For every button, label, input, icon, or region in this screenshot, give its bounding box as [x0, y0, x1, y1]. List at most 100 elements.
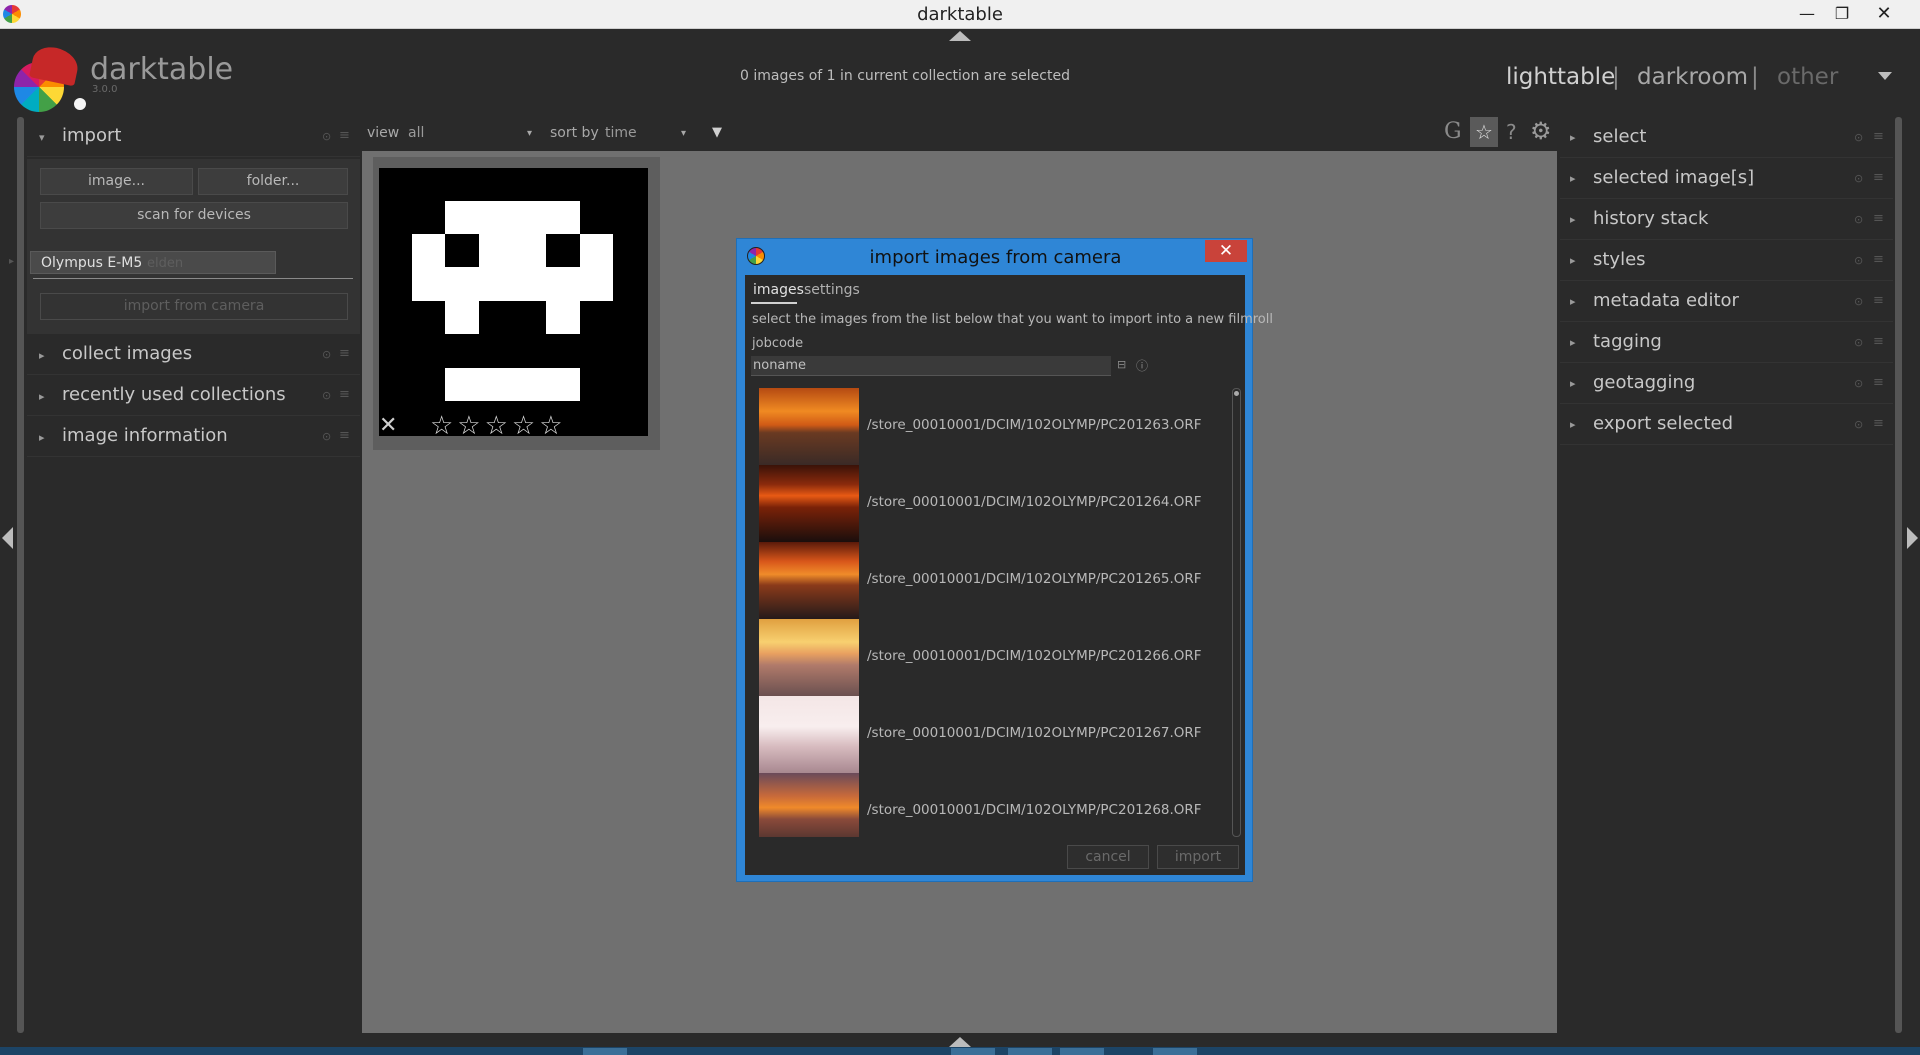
- reset-icon[interactable]: ⊙: [1854, 418, 1863, 431]
- sort-by-select[interactable]: time: [605, 125, 637, 141]
- presets-icon[interactable]: ≡: [339, 387, 350, 402]
- minimize-button[interactable]: —: [1787, 0, 1827, 29]
- taskbar-app[interactable]: [1008, 1048, 1052, 1055]
- module-recently-used-collections[interactable]: ▸ recently used collections ⊙ ≡: [27, 376, 360, 416]
- view-dropdown-icon[interactable]: ▾: [527, 128, 532, 139]
- reset-icon[interactable]: ⊙: [1854, 254, 1863, 267]
- left-panel-scrollbar[interactable]: [17, 117, 24, 1033]
- view-other[interactable]: other: [1777, 64, 1838, 90]
- gear-icon[interactable]: ⚙: [1530, 117, 1552, 145]
- view-lighttable[interactable]: lighttable: [1506, 64, 1615, 90]
- module-metadata-editor[interactable]: ▸ metadata editor ⊙ ≡: [1560, 281, 1893, 322]
- taskbar-app[interactable]: [583, 1048, 627, 1055]
- tab-settings[interactable]: settings: [804, 282, 860, 298]
- presets-icon[interactable]: ≡: [1873, 170, 1884, 185]
- module-select[interactable]: ▸ select ⊙ ≡: [1560, 117, 1893, 158]
- presets-icon[interactable]: ≡: [339, 128, 350, 143]
- import-from-camera-button[interactable]: import from camera: [40, 293, 348, 320]
- image-thumbnail-cell[interactable]: ✕ ☆☆☆☆☆: [373, 157, 660, 450]
- presets-icon[interactable]: ≡: [1873, 129, 1884, 144]
- scan-for-devices-button[interactable]: scan for devices: [40, 202, 348, 229]
- presets-icon[interactable]: ≡: [1873, 416, 1884, 431]
- presets-icon[interactable]: ≡: [1873, 293, 1884, 308]
- pixel: [445, 201, 580, 234]
- module-tagging[interactable]: ▸ tagging ⊙ ≡: [1560, 322, 1893, 363]
- presets-icon[interactable]: ≡: [1873, 375, 1884, 390]
- help-icon[interactable]: ?: [1506, 120, 1517, 144]
- image-thumbnail: [759, 542, 859, 619]
- reset-icon[interactable]: ⊙: [1854, 336, 1863, 349]
- view-filter-select[interactable]: all: [408, 125, 424, 141]
- reset-icon[interactable]: ⊙: [1854, 131, 1863, 144]
- module-geotagging[interactable]: ▸ geotagging ⊙ ≡: [1560, 363, 1893, 404]
- module-collect-images[interactable]: ▸ collect images ⊙ ≡: [27, 335, 360, 375]
- reset-icon[interactable]: ⊙: [1854, 295, 1863, 308]
- reset-icon[interactable]: ⊙: [322, 430, 331, 443]
- maximize-button[interactable]: ❐: [1822, 0, 1862, 29]
- pixel: [412, 234, 445, 267]
- reset-icon[interactable]: ⊙: [322, 348, 331, 361]
- reset-icon[interactable]: ⊙: [1854, 213, 1863, 226]
- collapsed-arrow-icon: ▸: [39, 431, 45, 444]
- cancel-button[interactable]: cancel: [1067, 845, 1149, 869]
- module-history-stack[interactable]: ▸ history stack ⊙ ≡: [1560, 199, 1893, 240]
- jobcode-input[interactable]: [751, 356, 1111, 376]
- right-panel: ▸ select ⊙ ≡ ▸ selected image[s] ⊙ ≡ ▸ h…: [1560, 117, 1893, 1033]
- import-image-button[interactable]: image...: [40, 168, 193, 195]
- import-folder-button[interactable]: folder...: [198, 168, 348, 195]
- list-scrollbar[interactable]: [1232, 388, 1241, 837]
- sort-direction-icon[interactable]: ▼: [712, 125, 722, 140]
- module-image-information[interactable]: ▸ image information ⊙ ≡: [27, 417, 360, 457]
- module-label: selected image[s]: [1593, 167, 1755, 188]
- list-item[interactable]: /store_00010001/DCIM/102OLYMP/PC201264.O…: [759, 465, 1224, 542]
- sort-dropdown-icon[interactable]: ▾: [681, 128, 686, 139]
- dialog-close-button[interactable]: ✕: [1205, 240, 1247, 262]
- device-tab[interactable]: ▸ Olympus E-M5 elden: [9, 251, 276, 274]
- module-label: metadata editor: [1593, 290, 1739, 311]
- import-module-body: image... folder... scan for devices ▸ Ol…: [9, 159, 360, 334]
- bottom-panel-toggle-icon[interactable]: [949, 1037, 971, 1047]
- module-export-selected[interactable]: ▸ export selected ⊙ ≡: [1560, 404, 1893, 445]
- hat-pompom-icon: [74, 98, 86, 110]
- tab-images[interactable]: images: [753, 282, 804, 298]
- list-item[interactable]: /store_00010001/DCIM/102OLYMP/PC201268.O…: [759, 773, 1224, 837]
- taskbar-app[interactable]: [1060, 1048, 1104, 1055]
- star-overlay-icon[interactable]: ☆: [1470, 117, 1498, 147]
- star-rating[interactable]: ☆☆☆☆☆: [430, 411, 567, 441]
- module-selected-images[interactable]: ▸ selected image[s] ⊙ ≡: [1560, 158, 1893, 199]
- module-import[interactable]: ▾ import ⊙ ≡: [27, 117, 360, 157]
- module-styles[interactable]: ▸ styles ⊙ ≡: [1560, 240, 1893, 281]
- list-item[interactable]: /store_00010001/DCIM/102OLYMP/PC201267.O…: [759, 696, 1224, 773]
- presets-icon[interactable]: ≡: [339, 428, 350, 443]
- left-panel-toggle-icon[interactable]: [2, 527, 13, 549]
- reset-icon[interactable]: ⊙: [1854, 172, 1863, 185]
- import-button[interactable]: import: [1157, 845, 1239, 869]
- list-item[interactable]: /store_00010001/DCIM/102OLYMP/PC201265.O…: [759, 542, 1224, 619]
- taskbar-app[interactable]: [1153, 1048, 1197, 1055]
- presets-icon[interactable]: ≡: [1873, 211, 1884, 226]
- reset-icon[interactable]: ⊙: [322, 130, 331, 143]
- version-label: 3.0.0: [92, 84, 118, 95]
- presets-icon[interactable]: ≡: [339, 346, 350, 361]
- presets-icon[interactable]: ≡: [1873, 252, 1884, 267]
- reset-icon[interactable]: ⊙: [1854, 377, 1863, 390]
- grouping-icon[interactable]: G: [1444, 119, 1462, 144]
- right-panel-toggle-icon[interactable]: [1907, 527, 1918, 549]
- reset-icon[interactable]: ⊙: [322, 389, 331, 402]
- views-dropdown-icon[interactable]: [1878, 72, 1892, 80]
- view-darkroom[interactable]: darkroom: [1637, 64, 1748, 90]
- reject-icon[interactable]: ✕: [379, 413, 397, 438]
- variables-icon[interactable]: ⊟: [1117, 358, 1126, 371]
- list-item[interactable]: /store_00010001/DCIM/102OLYMP/PC201266.O…: [759, 619, 1224, 696]
- list-item[interactable]: /store_00010001/DCIM/102OLYMP/PC201263.O…: [759, 388, 1224, 465]
- right-panel-scrollbar[interactable]: [1895, 117, 1902, 1033]
- jobcode-label: jobcode: [752, 336, 804, 351]
- top-panel-toggle-icon[interactable]: [949, 31, 971, 41]
- taskbar-app[interactable]: [951, 1048, 995, 1055]
- close-window-button[interactable]: ✕: [1860, 0, 1908, 29]
- pixel: [445, 368, 580, 401]
- scrollbar-thumb[interactable]: [1234, 391, 1239, 396]
- module-label: import: [62, 125, 122, 146]
- presets-icon[interactable]: ≡: [1873, 334, 1884, 349]
- info-icon[interactable]: ⓘ: [1136, 357, 1148, 374]
